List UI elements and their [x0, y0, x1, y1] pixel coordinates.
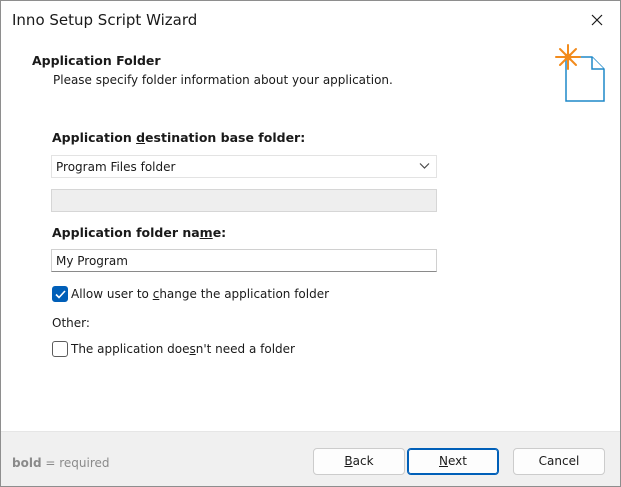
chevron-down-icon [419, 163, 430, 169]
title-bar: Inno Setup Script Wizard [1, 1, 620, 39]
checkmark-icon [55, 290, 66, 299]
no-folder-checkbox[interactable] [52, 341, 68, 357]
base-folder-value: Program Files folder [56, 160, 176, 174]
button-bar: bold = required Back Next Cancel [1, 431, 620, 486]
cancel-button[interactable]: Cancel [513, 448, 605, 475]
new-document-icon [555, 44, 605, 102]
required-hint: bold = required [12, 456, 110, 470]
page-title: Application Folder [32, 53, 161, 68]
base-folder-label: Application destination base folder: [52, 130, 306, 145]
allow-change-label: Allow user to change the application fol… [71, 287, 330, 301]
other-label: Other: [52, 316, 90, 330]
folder-name-label: Application folder name: [52, 225, 227, 240]
base-folder-dropdown[interactable]: Program Files folder [51, 155, 437, 178]
back-button[interactable]: Back [313, 448, 405, 475]
custom-folder-field [51, 189, 437, 212]
window-title: Inno Setup Script Wizard [12, 11, 198, 29]
no-folder-label: The application doesn't need a folder [71, 342, 295, 356]
close-icon [591, 14, 603, 26]
allow-change-checkbox[interactable] [52, 286, 68, 302]
close-button[interactable] [574, 1, 620, 39]
folder-name-input[interactable] [51, 249, 437, 272]
wizard-window: Inno Setup Script Wizard Application Fol… [0, 0, 621, 487]
next-button[interactable]: Next [407, 448, 499, 475]
page-subtitle: Please specify folder information about … [53, 73, 393, 87]
